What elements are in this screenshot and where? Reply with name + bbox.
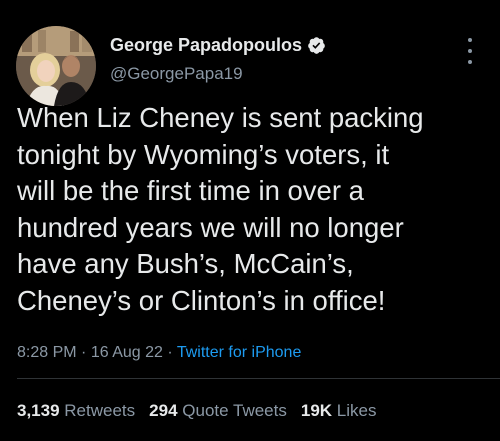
- tweet-stats: 3,139 Retweets 294 Quote Tweets 19K Likes: [17, 401, 376, 421]
- tweet-text-line: will be the first time in over a: [17, 175, 364, 206]
- more-dot: [468, 49, 472, 53]
- display-name[interactable]: George Papadopoulos: [110, 35, 302, 56]
- verified-badge-icon: [307, 36, 326, 55]
- tweet-meta: 8:28 PM · 16 Aug 22 · Twitter for iPhone: [17, 344, 301, 362]
- meta-separator: ·: [81, 344, 87, 361]
- quote-tweets-count: 294: [149, 401, 178, 420]
- tweet-date[interactable]: 16 Aug 22: [91, 344, 163, 361]
- author-identity: George Papadopoulos @GeorgePapa19: [110, 33, 326, 84]
- tweet: George Papadopoulos @GeorgePapa19 When L…: [0, 0, 500, 441]
- tweet-text-line: hundred years we will no longer: [17, 211, 404, 243]
- quote-tweets-stat[interactable]: 294 Quote Tweets: [149, 401, 287, 420]
- tweet-text-line: tonight by Wyoming’s voters, it: [17, 138, 390, 170]
- tweet-time[interactable]: 8:28 PM: [17, 344, 77, 361]
- avatar[interactable]: [16, 26, 96, 106]
- retweets-stat[interactable]: 3,139 Retweets: [17, 401, 135, 420]
- more-options-icon[interactable]: [460, 38, 480, 64]
- retweets-count: 3,139: [17, 401, 60, 420]
- tweet-source[interactable]: Twitter for iPhone: [177, 344, 302, 361]
- avatar-photo: [16, 26, 96, 106]
- meta-separator: ·: [167, 344, 173, 361]
- more-dot: [468, 60, 472, 64]
- tweet-text-line: Cheney’s or Clinton’s in office!: [17, 284, 386, 316]
- handle[interactable]: @GeorgePapa19: [110, 64, 326, 84]
- tweet-text-line: When Liz Cheney is sent packing: [17, 102, 424, 133]
- likes-count: 19K: [300, 401, 333, 420]
- likes-stat[interactable]: 19K Likes: [301, 401, 377, 420]
- quote-tweets-label: Quote Tweets: [182, 401, 287, 420]
- divider: [17, 378, 500, 379]
- name-row: George Papadopoulos: [110, 33, 326, 57]
- tweet-header: George Papadopoulos @GeorgePapa19: [16, 22, 484, 106]
- likes-label: Likes: [336, 401, 377, 420]
- tweet-text: When Liz Cheney is sent packing tonight …: [17, 100, 487, 319]
- tweet-text-line: have any Bush’s, McCain’s,: [17, 248, 354, 279]
- more-dot: [468, 38, 472, 42]
- retweets-label: Retweets: [64, 401, 136, 420]
